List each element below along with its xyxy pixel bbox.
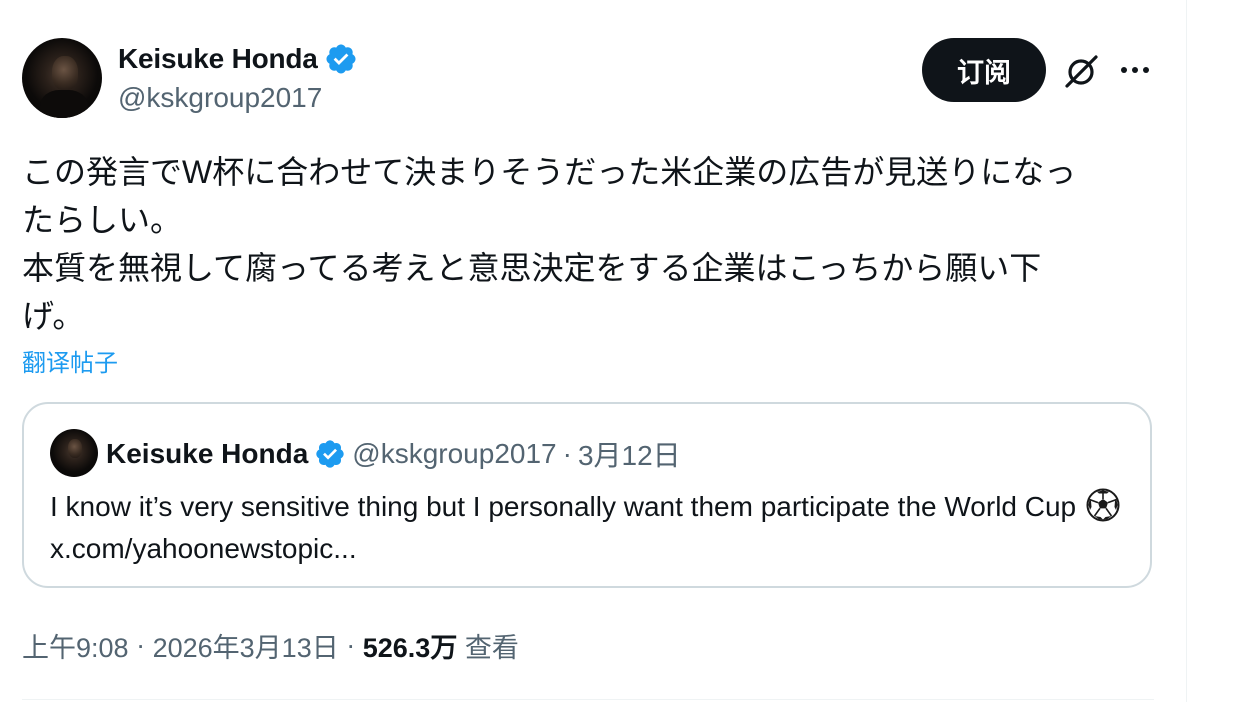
separator-dot: · bbox=[562, 438, 572, 469]
subscribe-button[interactable]: 订阅 bbox=[922, 38, 1046, 102]
more-options-icon[interactable] bbox=[1118, 56, 1152, 84]
quoted-tweet-text: I know it’s very sensitive thing but I p… bbox=[50, 486, 1140, 570]
separator-dot: · bbox=[136, 629, 146, 660]
quoted-tweet-card[interactable]: Keisuke Honda @kskgroup2017 · 3月12日 I kn… bbox=[22, 402, 1152, 588]
translate-post-link[interactable]: 翻译帖子 bbox=[22, 343, 118, 378]
divider bbox=[22, 699, 1154, 700]
author-avatar[interactable] bbox=[22, 38, 102, 118]
tweet-meta: 上午9:08 · 2026年3月13日 · 526.3万 查看 bbox=[22, 624, 519, 666]
separator-dot: · bbox=[346, 629, 356, 660]
quoted-tweet-header: Keisuke Honda @kskgroup2017 · 3月12日 bbox=[106, 434, 681, 474]
author-handle[interactable]: @kskgroup2017 bbox=[118, 82, 322, 114]
soccer-ball-icon bbox=[1086, 488, 1120, 522]
tweet-time[interactable]: 上午9:08 bbox=[22, 626, 129, 665]
verified-badge-icon[interactable] bbox=[324, 42, 358, 76]
quoted-tweet-link[interactable]: x.com/yahoonewstopic... bbox=[50, 533, 357, 564]
grok-icon[interactable] bbox=[1062, 52, 1100, 90]
column-divider bbox=[1186, 0, 1187, 702]
quoted-tweet-date[interactable]: 3月12日 bbox=[578, 434, 681, 474]
quoted-author-avatar[interactable] bbox=[50, 429, 98, 477]
author-name-row: Keisuke Honda bbox=[118, 40, 358, 78]
tweet-text: この発言でW杯に合わせて決まりそうだった米企業の広告が見送りになっ たらしい。 … bbox=[22, 154, 1077, 334]
quoted-author-handle: @kskgroup2017 bbox=[352, 438, 557, 469]
verified-badge-icon bbox=[316, 440, 344, 468]
quoted-author-display-name[interactable]: Keisuke Honda bbox=[106, 438, 308, 470]
quoted-tweet-body: I know it’s very sensitive thing but I p… bbox=[50, 491, 1077, 522]
view-count: 526.3万 bbox=[362, 632, 458, 663]
tweet-date[interactable]: 2026年3月13日 bbox=[153, 626, 339, 665]
author-display-name[interactable]: Keisuke Honda bbox=[118, 43, 318, 75]
views-label: 查看 bbox=[464, 632, 519, 663]
